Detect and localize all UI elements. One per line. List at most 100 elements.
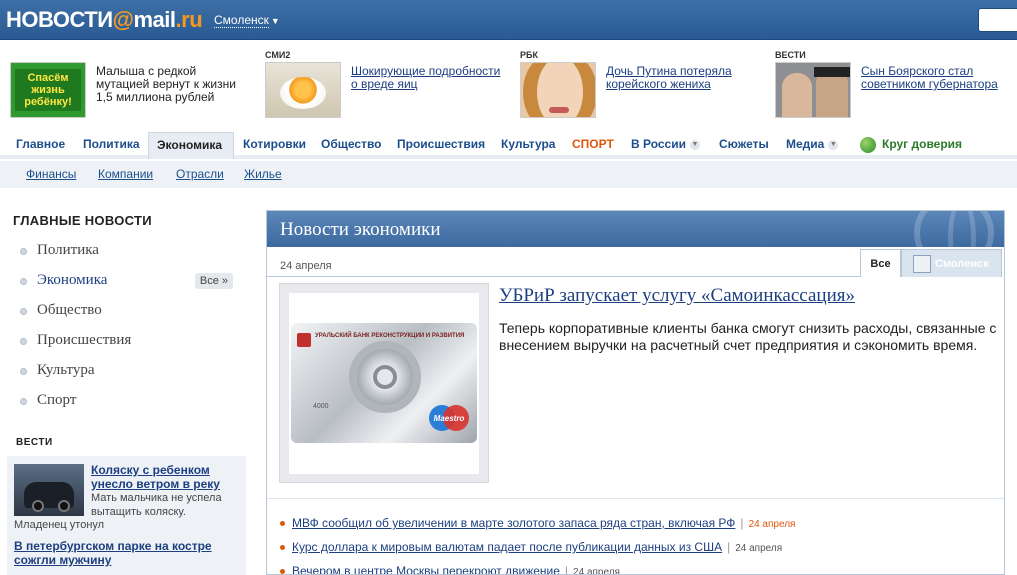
teaser-text: Малыша с редкой мутацией вернут к жизни … [96, 64, 236, 104]
nav-item-sport[interactable]: СПОРТ [564, 132, 622, 159]
sidebar-item-society[interactable]: Общество [16, 302, 236, 322]
vesti-news-box: Коляску с ребенком унесло ветром в реку … [7, 456, 246, 575]
teaser-item[interactable]: РБК Дочь Путина потеряла корейского жени… [520, 50, 760, 120]
nav-item-incidents[interactable]: Происшествия [389, 132, 493, 159]
nav-item-russia[interactable]: В России ▼ [623, 132, 708, 159]
nav-item-russia-label: В России [631, 137, 686, 151]
card-number: 4000 [313, 403, 329, 410]
sidebar-item-culture[interactable]: Культура [16, 362, 236, 382]
teaser-link[interactable]: Шокирующие подробности о вреде яиц [351, 65, 501, 91]
teaser-item[interactable]: Спасём жизнь ребёнку! Малыша с редкой му… [10, 50, 250, 120]
nav-item-main[interactable]: Главное [8, 132, 73, 159]
bullet-icon [280, 521, 285, 527]
region-emblem-icon [913, 255, 931, 273]
bullet-icon [20, 338, 27, 345]
main-nav: Главное Политика Экономика Котировки Общ… [0, 132, 1017, 159]
sidebar-item-label: Политика [37, 242, 99, 258]
teaser-link[interactable]: Сын Боярского стал советником губернатор… [861, 65, 1011, 91]
widget-title: Новости экономики [280, 219, 441, 240]
maestro-logo: Maestro [429, 405, 469, 433]
teaser-item[interactable]: ВЕСТИ Сын Боярского стал советником губе… [775, 50, 1015, 120]
tab-all[interactable]: Все [860, 249, 901, 277]
chevron-down-icon: ▼ [689, 139, 700, 150]
divider [267, 276, 861, 277]
nav-item-stories[interactable]: Сюжеты [711, 132, 777, 159]
news-date: 24 апреля [573, 567, 620, 575]
featured-news-title[interactable]: УБРиР запускает услугу «Самоинкассация» [499, 285, 855, 307]
all-button[interactable]: Все » [195, 273, 233, 289]
widget-header: Новости экономики [267, 211, 1004, 279]
sub-nav: Финансы Компании Отрасли Жилье [0, 161, 1017, 188]
teaser-image [775, 62, 851, 118]
teaser-image: Спасём жизнь ребёнку! [10, 62, 86, 118]
nav-item-society[interactable]: Общество [313, 132, 390, 159]
nav-item-quotes[interactable]: Котировки [235, 132, 314, 159]
tab-smolensk-label: Смоленск [935, 258, 989, 270]
bullet-icon [20, 398, 27, 405]
divider [267, 498, 1004, 499]
vesti-news-extra: Младенец утонул [14, 519, 105, 531]
news-date: 24 апреля [735, 543, 783, 554]
nav-item-trust-circle[interactable]: Круг доверия [852, 132, 970, 159]
bullet-icon [20, 248, 27, 255]
section-title: ГЛАВНЫЕ НОВОСТИ [13, 213, 152, 228]
news-date: 24 апреля [748, 519, 796, 530]
bullet-icon [20, 278, 27, 285]
card-brand: Maestro [433, 414, 465, 423]
featured-news-description: Теперь корпоративные клиенты банка смогу… [499, 320, 997, 353]
news-link[interactable]: Курс доллара к мировым валютам падает по… [292, 540, 722, 554]
nav-item-media[interactable]: Медиа ▼ [778, 132, 846, 159]
site-logo[interactable]: НОВОСТИ@mail.ru [6, 7, 203, 33]
teaser-image-label: Спасём жизнь ребёнку! [15, 69, 81, 111]
teaser-image [265, 62, 341, 118]
subnav-item-housing[interactable]: Жилье [244, 167, 282, 181]
featured-image[interactable]: УРАЛЬСКИЙ БАНК РЕКОНСТРУКЦИИ И РАЗВИТИЯ … [279, 283, 489, 483]
news-link[interactable]: МВФ сообщил об увеличении в марте золото… [292, 516, 735, 530]
subnav-item-industries[interactable]: Отрасли [176, 167, 224, 181]
sidebar-item-politics[interactable]: Политика [16, 242, 236, 262]
teaser-source: ВЕСТИ [775, 50, 806, 60]
nav-item-economy[interactable]: Экономика [148, 132, 234, 159]
vesti-logo: ВЕСТИ [16, 437, 53, 448]
sidebar-item-label: Происшествия [37, 332, 132, 348]
news-link[interactable]: Вечером в центре Москвы перекроют движен… [292, 564, 560, 574]
chevron-down-icon: ▼ [270, 16, 280, 26]
region-label: Смоленск [214, 13, 269, 28]
bullet-icon [280, 569, 285, 574]
sidebar-item-label: Общество [37, 302, 102, 318]
sidebar-item-label: Спорт [37, 392, 77, 408]
sidebar-item-label: Экономика [37, 272, 108, 288]
teaser-source: СМИ2 [265, 50, 291, 60]
economy-news-widget: Новости экономики 24 апреля Все Смоленск… [266, 210, 1005, 575]
vesti-news-link[interactable]: Коляску с ребенком унесло ветром в реку [91, 463, 241, 491]
news-list-item: Вечером в центре Москвы перекроют движен… [280, 564, 620, 575]
chevron-down-icon: ▼ [828, 139, 839, 150]
subnav-item-finance[interactable]: Финансы [26, 167, 76, 181]
region-tabs: Все Смоленск [860, 248, 1004, 277]
subnav-item-companies[interactable]: Компании [98, 167, 153, 181]
top-bar: НОВОСТИ@mail.ru Смоленск ▼ [0, 0, 1017, 40]
nav-item-trust-label: Круг доверия [882, 137, 963, 151]
news-thumbnail [14, 464, 84, 516]
news-list-item: Курс доллара к мировым валютам падает по… [280, 540, 782, 556]
bullet-icon [280, 545, 285, 551]
sidebar-item-sport[interactable]: Спорт [16, 392, 236, 412]
bank-logo-icon [297, 333, 311, 347]
bullet-icon [20, 368, 27, 375]
search-input[interactable] [978, 8, 1017, 32]
sidebar-item-incidents[interactable]: Происшествия [16, 332, 236, 352]
sber-logo-icon [860, 136, 876, 153]
region-selector[interactable]: Смоленск ▼ [214, 13, 280, 28]
news-date: 24 апреля [280, 260, 332, 272]
tab-smolensk[interactable]: Смоленск [901, 249, 1002, 277]
sidebar-item-label: Культура [37, 362, 95, 378]
bank-card-image: УРАЛЬСКИЙ БАНК РЕКОНСТРУКЦИИ И РАЗВИТИЯ … [291, 323, 477, 443]
vesti-news-link[interactable]: В петербургском парке на костре сожгли м… [14, 539, 239, 567]
news-list-item: МВФ сообщил об увеличении в марте золото… [280, 516, 795, 532]
teaser-item[interactable]: СМИ2 Шокирующие подробности о вреде яиц [265, 50, 505, 120]
nav-item-culture[interactable]: Культура [493, 132, 563, 159]
card-bank-name: УРАЛЬСКИЙ БАНК РЕКОНСТРУКЦИИ И РАЗВИТИЯ [315, 333, 465, 339]
teaser-source: РБК [520, 50, 538, 60]
teaser-link[interactable]: Дочь Путина потеряла корейского жениха [606, 65, 756, 91]
nav-item-politics[interactable]: Политика [75, 132, 148, 159]
